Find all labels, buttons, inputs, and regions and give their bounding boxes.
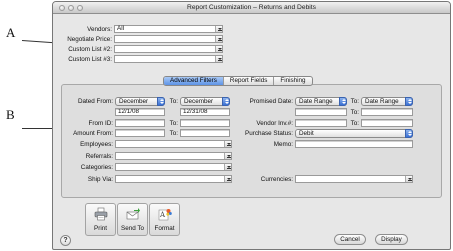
vendor-inv-to-label: To:: [350, 120, 359, 127]
categories-label: Categories:: [80, 164, 113, 171]
promised-date-to-label: To:: [350, 109, 359, 116]
amount-from-label: Amount From:: [73, 130, 113, 137]
currencies-list-icon[interactable]: [405, 176, 412, 182]
referrals-combo[interactable]: [115, 152, 232, 160]
employees-label: Employees:: [80, 141, 113, 148]
negotiate-price-combo[interactable]: [114, 35, 223, 43]
memo-label: Memo:: [273, 141, 293, 148]
format-button[interactable]: A Format: [149, 203, 180, 236]
custom-list-3-combo[interactable]: [114, 55, 223, 63]
custom-list-2-icon[interactable]: [215, 46, 222, 52]
printer-icon: [94, 207, 108, 221]
tab-report-fields[interactable]: Report Fields: [224, 77, 275, 85]
promised-to-popup[interactable]: Date Range: [361, 97, 413, 106]
negotiate-price-label: Negotiate Price:: [67, 36, 112, 43]
vendors-list-icon[interactable]: [215, 26, 222, 32]
print-label: Print: [94, 225, 107, 232]
ship-via-combo[interactable]: [115, 175, 232, 183]
vendors-combo[interactable]: All: [114, 25, 223, 33]
dated-from-popup[interactable]: December: [115, 97, 165, 106]
send-to-button[interactable]: Send To: [117, 203, 148, 236]
promised-date-label: Promised Date:: [249, 98, 293, 105]
dated-to-label: To:: [169, 98, 178, 105]
dated-from-arrows-icon: [157, 97, 165, 106]
format-label: Format: [154, 225, 175, 232]
purchase-status-value: Debit: [299, 130, 314, 137]
help-button[interactable]: ?: [60, 235, 71, 246]
date-to-field[interactable]: 12/31/08: [180, 108, 230, 116]
categories-combo[interactable]: [115, 163, 232, 171]
dated-from-label: Dated From:: [78, 98, 113, 105]
referrals-label: Referrals:: [85, 153, 113, 160]
promised-from-popup[interactable]: Date Range: [295, 97, 347, 106]
vendor-inv-from-field[interactable]: [295, 119, 347, 127]
custom-list-3-icon[interactable]: [215, 56, 222, 62]
ship-via-label: Ship Via:: [87, 176, 113, 183]
currencies-combo[interactable]: [295, 175, 413, 183]
print-button[interactable]: Print: [85, 203, 116, 236]
format-palette-icon: A: [158, 209, 172, 221]
vendors-label: Vendors:: [87, 26, 112, 33]
memo-field[interactable]: [295, 140, 413, 148]
promised-date-to-field[interactable]: [361, 108, 413, 116]
vendor-inv-to-field[interactable]: [361, 119, 413, 127]
promised-from-arrows-icon: [339, 97, 347, 106]
from-id-field[interactable]: [115, 119, 165, 127]
promised-from-value: Date Range: [299, 98, 333, 105]
dated-to-value: December: [184, 98, 214, 105]
negotiate-list-icon[interactable]: [215, 36, 222, 42]
purchase-status-arrows-icon: [405, 129, 413, 138]
report-customization-window: Report Customization – Returns and Debit…: [52, 1, 451, 250]
amount-to-field[interactable]: [180, 129, 230, 137]
custom-list-3-label: Custom List #3:: [68, 56, 112, 63]
employees-list-icon[interactable]: [224, 141, 231, 147]
to-id-field[interactable]: [180, 119, 230, 127]
tab-bar: Advanced Filters Report Fields Finishing: [163, 76, 313, 86]
ship-via-list-icon[interactable]: [224, 176, 231, 182]
vendor-inv-label: Vendor Inv.#:: [256, 120, 293, 127]
tab-advanced-filters[interactable]: Advanced Filters: [164, 77, 224, 85]
promised-to-arrows-icon: [405, 97, 413, 106]
callout-a: A: [6, 25, 16, 40]
referrals-list-icon[interactable]: [224, 153, 231, 159]
custom-list-2-combo[interactable]: [114, 45, 223, 53]
id-to-label: To:: [169, 120, 178, 127]
tab-finishing[interactable]: Finishing: [274, 77, 311, 85]
cancel-button[interactable]: Cancel: [334, 234, 366, 245]
amount-to-label: To:: [169, 130, 178, 137]
categories-list-icon[interactable]: [224, 164, 231, 170]
purchase-status-label: Purchase Status:: [245, 130, 293, 137]
amount-from-field[interactable]: [115, 129, 165, 137]
vendors-value: All: [117, 25, 124, 32]
promised-to-value: Date Range: [365, 98, 399, 105]
date-from-field[interactable]: 12/1/08: [115, 108, 165, 116]
callout-b: B: [6, 107, 15, 122]
title-bar: Report Customization – Returns and Debit…: [53, 2, 450, 14]
svg-text:A: A: [159, 211, 166, 219]
promised-to-label: To:: [350, 98, 359, 105]
from-id-label: From ID:: [88, 120, 114, 127]
dated-from-value: December: [119, 98, 149, 105]
custom-list-2-label: Custom List #2:: [68, 46, 112, 53]
dated-to-arrows-icon: [222, 97, 230, 106]
promised-date-from-field[interactable]: [295, 108, 347, 116]
dated-to-popup[interactable]: December: [180, 97, 230, 106]
window-title: Report Customization – Returns and Debit…: [187, 4, 316, 11]
employees-combo[interactable]: [115, 140, 232, 148]
display-button[interactable]: Display: [375, 234, 408, 245]
send-to-label: Send To: [121, 225, 144, 232]
purchase-status-popup[interactable]: Debit: [295, 129, 413, 138]
envelope-send-icon: [126, 208, 140, 220]
currencies-label: Currencies:: [260, 176, 293, 183]
